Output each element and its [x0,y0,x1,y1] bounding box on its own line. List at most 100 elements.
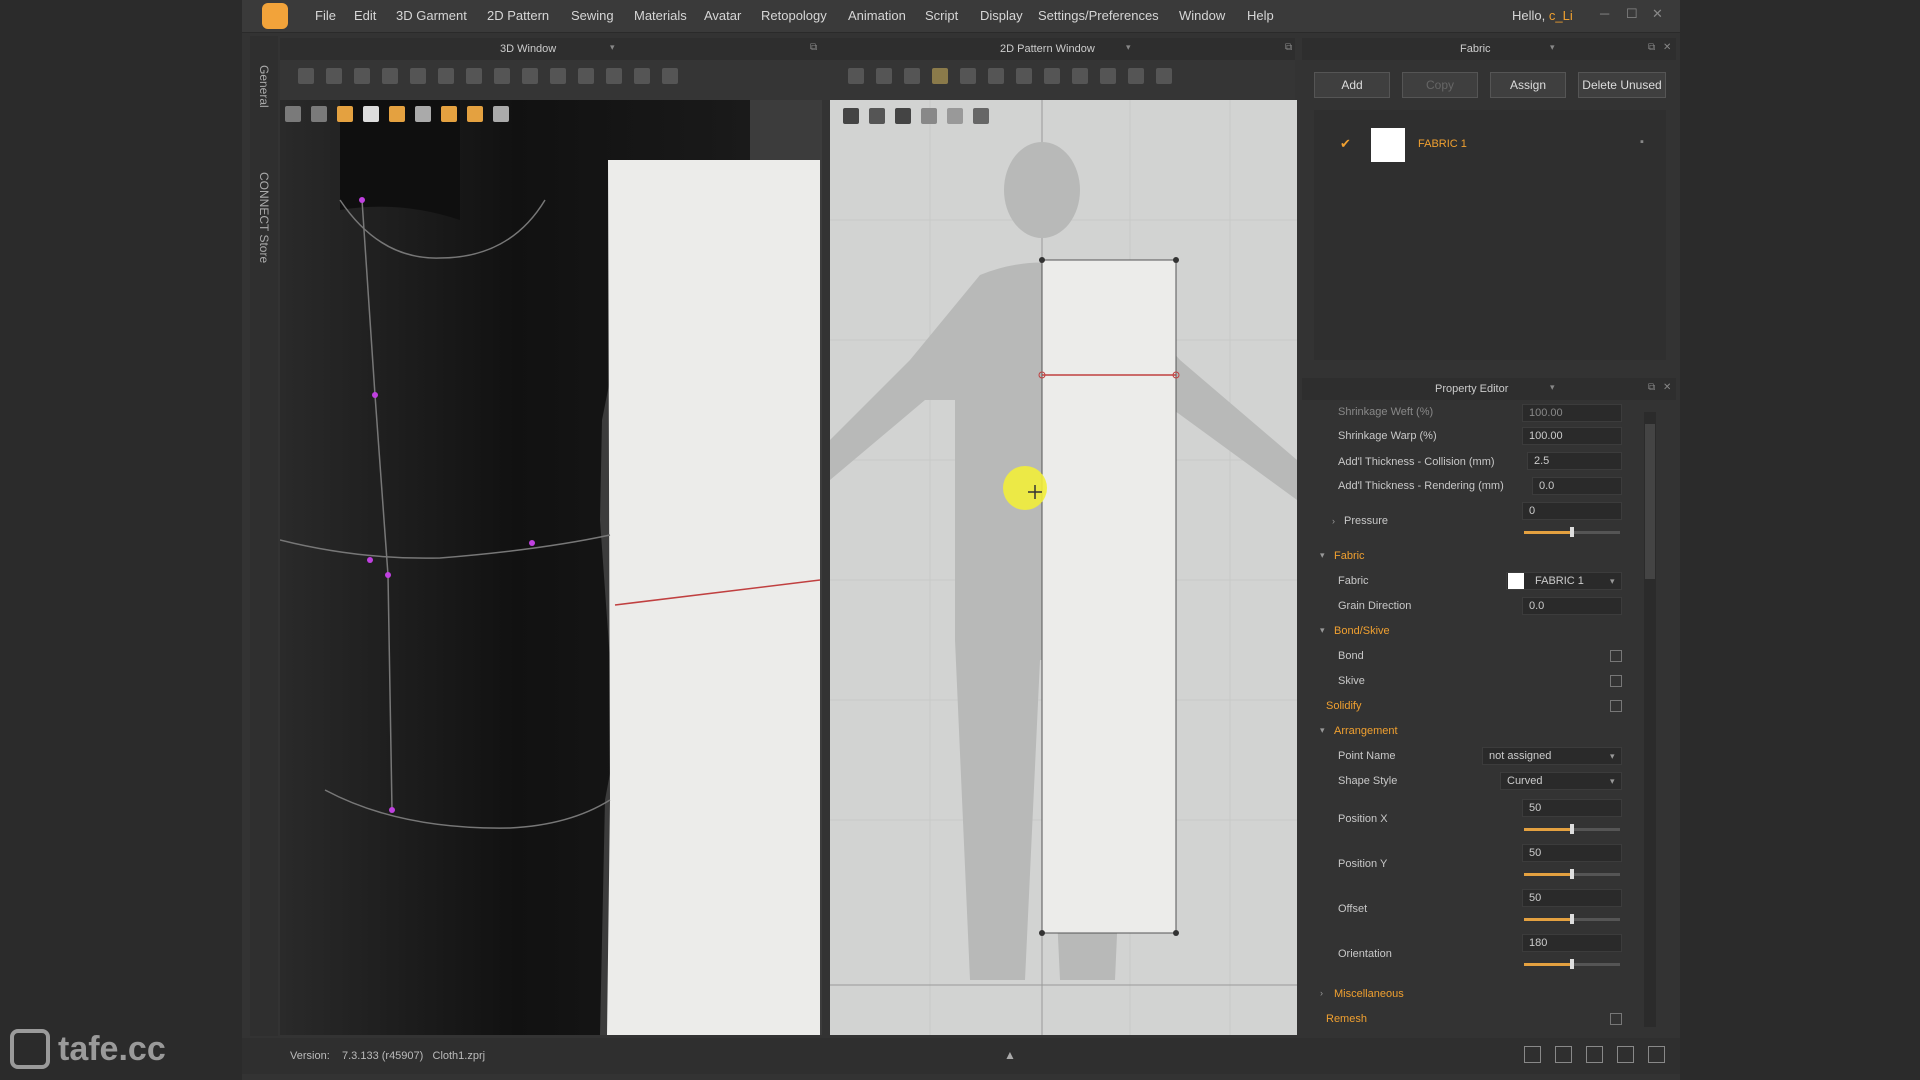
tape-icon[interactable] [606,68,622,84]
side-tab-general[interactable]: General [257,65,271,108]
remesh-checkbox[interactable] [1610,1013,1622,1025]
side-tab-connect-store[interactable]: CONNECT Store [257,172,271,263]
add-button[interactable]: Add [1314,72,1390,98]
2d-viewport[interactable] [830,100,1297,1035]
grid-icon[interactable] [550,68,566,84]
assign-button[interactable]: Assign [1490,72,1566,98]
globe-icon[interactable] [467,106,483,122]
edit-point-icon[interactable] [876,68,892,84]
menu-2d-pattern[interactable]: 2D Pattern [487,8,549,23]
dart-icon[interactable] [988,68,1004,84]
garment-display-icon[interactable] [311,106,327,122]
transform-pattern-icon[interactable] [848,68,864,84]
bond-checkbox[interactable] [1610,650,1622,662]
rendering-thickness-input[interactable]: 0.0 [1532,477,1622,495]
layout-single-icon[interactable] [1524,1046,1541,1063]
sew-icon[interactable] [522,68,538,84]
menu-edit[interactable]: Edit [354,8,376,23]
point-marker[interactable] [529,540,535,546]
pattern-point[interactable] [1173,930,1179,936]
zipper-icon[interactable] [662,68,678,84]
menu-materials[interactable]: Materials [634,8,687,23]
point-marker[interactable] [385,572,391,578]
offset-input[interactable]: 50 [1522,889,1622,907]
point-name-select[interactable]: not assigned [1482,747,1622,765]
arrangement-section-header[interactable]: Arrangement [1334,725,1398,737]
menu-retopology[interactable]: Retopology [761,8,827,23]
skive-checkbox[interactable] [1610,675,1622,687]
2d-window-menu-icon[interactable]: ▾ [1126,42,1131,53]
expand-arrow-icon[interactable]: › [1320,988,1323,998]
property-menu-icon[interactable]: ▾ [1550,382,1555,393]
menu-help[interactable]: Help [1247,8,1274,23]
expand-arrow-icon[interactable]: › [1332,516,1335,526]
shrinkage-warp-input[interactable]: 100.00 [1522,427,1622,445]
export-icon[interactable] [493,106,509,122]
free-sew-icon[interactable] [1072,68,1088,84]
layout-quad-icon[interactable] [1617,1046,1634,1063]
property-undock-icon[interactable]: ⧉ [1648,382,1655,393]
fabric-menu-icon[interactable]: ▾ [1550,42,1555,53]
fold-icon[interactable] [382,68,398,84]
pleat-icon[interactable] [1128,68,1144,84]
button-tool-icon[interactable] [634,68,650,84]
arrangement-icon[interactable] [438,68,454,84]
position-y-slider[interactable] [1524,869,1620,879]
menu-avatar[interactable]: Avatar [704,8,741,23]
menu-sewing[interactable]: Sewing [571,8,614,23]
fabric-view-icon[interactable] [895,108,911,124]
collapse-arrow-icon[interactable]: ▾ [1320,550,1325,561]
skin-icon[interactable] [441,106,457,122]
layout-custom-icon[interactable] [1648,1046,1665,1063]
fabric-list-item[interactable]: ✔ FABRIC 1 ▪ [1314,128,1666,162]
tack-icon[interactable] [466,68,482,84]
3d-pattern-piece[interactable] [607,160,820,1035]
internal-line-icon[interactable] [960,68,976,84]
menu-3d-garment[interactable]: 3D Garment [396,8,467,23]
collapse-arrow-icon[interactable]: ▾ [1320,725,1325,736]
move-icon[interactable] [326,68,342,84]
miscellaneous-section-header[interactable]: Miscellaneous [1334,988,1404,1000]
copy-button[interactable]: Copy [1402,72,1478,98]
texture-icon[interactable] [389,106,405,122]
collapse-arrow-icon[interactable]: ▾ [1320,625,1325,636]
maximize-icon[interactable]: ☐ [1626,6,1638,22]
sewing-icon[interactable] [1016,68,1032,84]
3d-window-undock-icon[interactable]: ⧉ [810,42,817,53]
collision-thickness-input[interactable]: 2.5 [1527,452,1622,470]
pattern-piece[interactable] [1041,259,1177,934]
pin-icon[interactable] [494,68,510,84]
pressure-input[interactable]: 0 [1522,502,1622,520]
polygon-icon[interactable] [932,68,948,84]
position-x-input[interactable]: 50 [1522,799,1622,817]
menu-file[interactable]: File [315,8,336,23]
delete-unused-button[interactable]: Delete Unused [1578,72,1666,98]
pattern-point[interactable] [1173,257,1179,263]
grain-direction-input[interactable]: 0.0 [1522,597,1622,615]
measure-icon[interactable] [578,68,594,84]
pattern-point[interactable] [1039,257,1045,263]
orientation-slider[interactable] [1524,959,1620,969]
orientation-input[interactable]: 180 [1522,934,1622,952]
avatar-display-icon[interactable] [285,106,301,122]
fabric-item-menu-icon[interactable]: ▪ [1640,136,1644,148]
pattern-view-icon[interactable] [843,108,859,124]
select-icon[interactable] [298,68,314,84]
layout-triple-icon[interactable] [1586,1046,1603,1063]
minimize-icon[interactable]: ─ [1600,6,1609,21]
menu-window[interactable]: Window [1179,8,1225,23]
solidify-checkbox[interactable] [1610,700,1622,712]
sewing-view-icon[interactable] [869,108,885,124]
segment-sew-icon[interactable] [1044,68,1060,84]
expand-up-icon[interactable]: ▲ [1004,1048,1016,1062]
point-marker[interactable] [389,807,395,813]
menu-script[interactable]: Script [925,8,958,23]
user-name[interactable]: c_Li [1549,8,1573,23]
dropdown-arrow-icon[interactable]: ▾ [1610,576,1615,587]
app-logo-icon[interactable] [262,3,288,29]
3d-window-menu-icon[interactable]: ▾ [610,42,615,53]
position-y-input[interactable]: 50 [1522,844,1622,862]
3d-viewport[interactable] [280,100,822,1035]
shape-style-select[interactable]: Curved [1500,772,1622,790]
2d-window-undock-icon[interactable]: ⧉ [1285,42,1292,53]
